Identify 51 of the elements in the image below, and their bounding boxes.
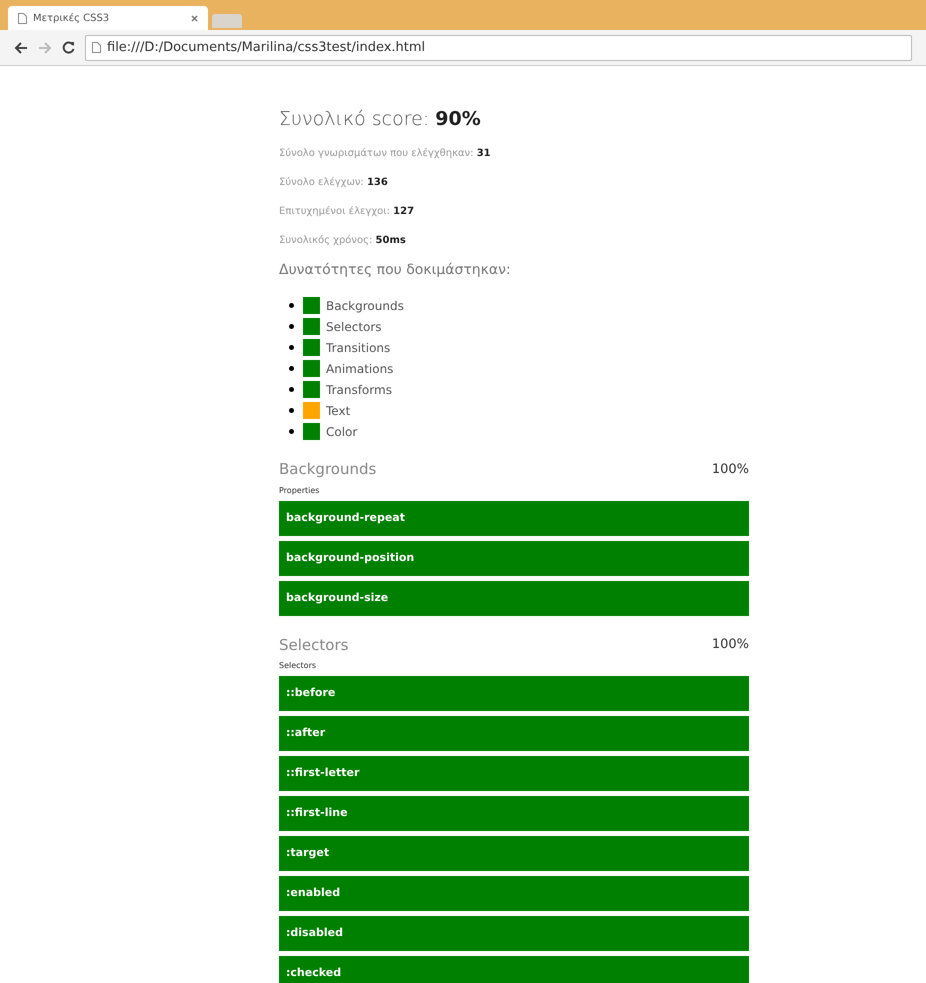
- test-row: ::first-letter: [279, 756, 749, 791]
- section-percent: 100%: [712, 460, 749, 478]
- test-row: ::first-line: [279, 796, 749, 831]
- stat-label: Σύνολο γνωρισμάτων που ελέγχθηκαν:: [279, 148, 474, 159]
- feature-name: Transitions: [326, 340, 390, 356]
- score-label: Συνολικό score:: [279, 108, 430, 130]
- feature-name: Color: [326, 424, 358, 440]
- section-label: Properties: [279, 484, 320, 496]
- reload-icon[interactable]: [62, 41, 75, 54]
- browser-tab[interactable]: Μετρικές CSS3: [8, 6, 208, 30]
- page-icon: [18, 12, 27, 24]
- address-text: file:///D:/Documents/Marilina/css3test/index.html: [107, 38, 426, 57]
- stat-label: Συνολικός χρόνος:: [279, 235, 372, 246]
- page-icon: [92, 42, 101, 53]
- back-icon[interactable]: [14, 42, 28, 54]
- feature-name: Selectors: [326, 318, 382, 336]
- stat-label: Σύνολο ελέγχων:: [279, 177, 364, 188]
- feature-name: Animations: [326, 360, 394, 378]
- test-row: background-repeat: [279, 500, 749, 536]
- test-row: background-position: [279, 540, 749, 576]
- section-percent: 100%: [712, 636, 749, 654]
- test-row: :enabled: [279, 876, 749, 911]
- close-icon[interactable]: [191, 14, 198, 22]
- test-row: :disabled: [279, 916, 749, 951]
- section-title: Backgrounds: [279, 459, 376, 480]
- stat-value: 136: [366, 177, 388, 188]
- stat-value: 127: [393, 206, 414, 217]
- test-row: ::after: [279, 716, 749, 751]
- stat-value: 50ms: [376, 235, 406, 246]
- feature-name: Transforms: [326, 382, 392, 398]
- test-row: background-size: [279, 580, 749, 616]
- test-row: :target: [279, 836, 749, 871]
- test-row: ::before: [279, 676, 749, 711]
- section-label: Selectors: [279, 660, 318, 672]
- bullet-icon: [289, 429, 294, 434]
- address-bar[interactable]: file:///D:/Documents/Marilina/css3test/index.html: [85, 34, 912, 60]
- tab-title: Μετρικές CSS3: [33, 12, 110, 26]
- bullet-icon: [289, 366, 294, 371]
- feature-name: Backgrounds: [326, 298, 404, 314]
- bullet-icon: [289, 408, 294, 413]
- bullet-icon: [289, 345, 294, 350]
- bullet-icon: [289, 303, 294, 308]
- score-value: 90%: [435, 108, 481, 130]
- stat-label: Επιτυχημένοι έλεγχοι:: [279, 206, 390, 217]
- bullet-icon: [289, 387, 294, 392]
- stat-value: 31: [476, 148, 491, 159]
- feature-name: Text: [326, 402, 350, 420]
- features-heading: Δυνατότητες που δοκιμάστηκαν:: [279, 261, 512, 280]
- section-title: Selectors: [279, 634, 348, 656]
- bullet-icon: [289, 324, 294, 329]
- test-row: :checked: [279, 956, 749, 983]
